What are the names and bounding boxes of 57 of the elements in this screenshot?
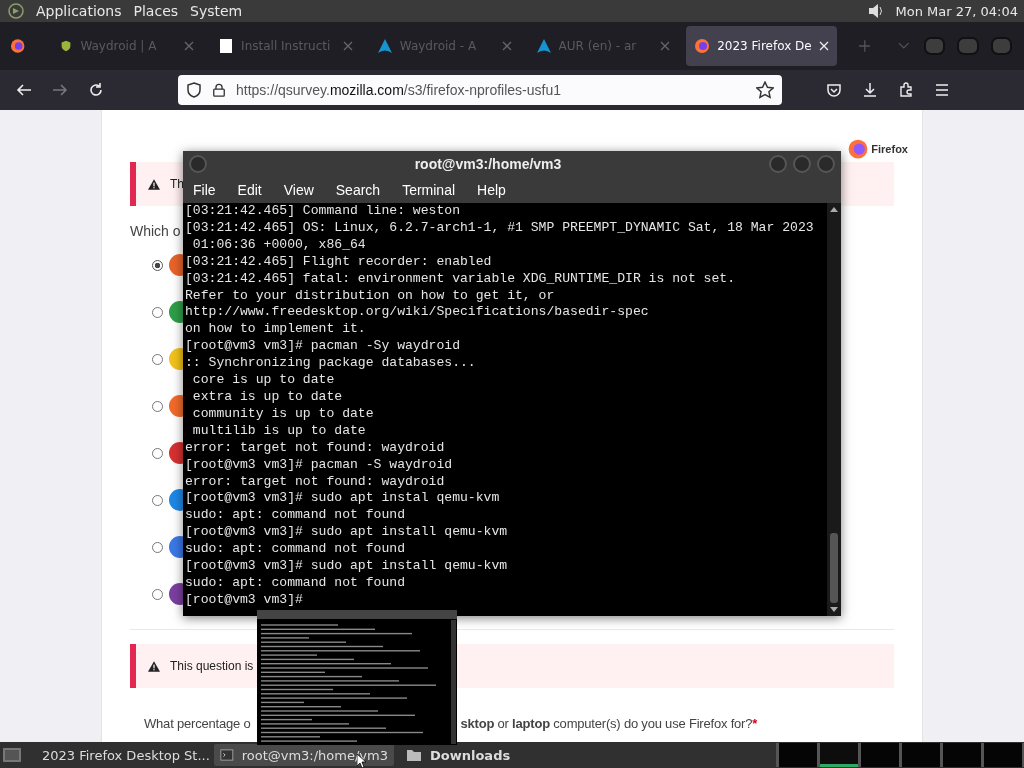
warning-icon bbox=[148, 660, 160, 672]
browser-tab[interactable]: 2023 Firefox De bbox=[686, 26, 837, 66]
brand-name: Firefox bbox=[871, 143, 908, 155]
firefox-logo-icon bbox=[848, 139, 869, 159]
menu-item[interactable]: Search bbox=[335, 182, 381, 198]
workspace-button[interactable] bbox=[820, 743, 858, 767]
window-menu-button[interactable] bbox=[189, 155, 207, 173]
distro-logo-icon[interactable] bbox=[8, 3, 24, 19]
menu-item[interactable]: Edit bbox=[237, 182, 262, 198]
url-text: https://qsurvey.mozilla.com/s3/firefox-nprofiles-usfu1 bbox=[236, 82, 561, 98]
star-icon[interactable] bbox=[756, 81, 774, 99]
address-bar[interactable]: https://qsurvey.mozilla.com/s3/firefox-nprofiles-usfu1 bbox=[178, 75, 782, 105]
window-title: root@vm3:/home/vm3 bbox=[413, 156, 563, 172]
reload-icon[interactable] bbox=[88, 82, 104, 98]
menu-icon[interactable] bbox=[934, 82, 950, 98]
firefox-icon bbox=[694, 38, 711, 54]
menu-item[interactable]: Terminal bbox=[402, 182, 456, 198]
panel-menu[interactable]: System bbox=[190, 3, 243, 19]
question-text: Which o bbox=[130, 223, 181, 239]
scrollbar[interactable] bbox=[827, 203, 841, 616]
scrollbar-thumb[interactable] bbox=[830, 533, 838, 603]
folder-icon bbox=[406, 747, 422, 763]
clock[interactable]: Mon Mar 27, 04:04 bbox=[895, 3, 1018, 19]
arch-logo-icon bbox=[376, 38, 393, 54]
menu-item[interactable]: Help bbox=[477, 182, 506, 198]
terminal-output: [03:21:42.465] Command line: weston [03:21:42.465] OS: Linux, 6.2.7-arch1-1, #1 SMP PREEMPT_DYNAMIC Sat, 18 Mar 2023 01:06:36 +0000, x86_64 [03:21:42.465] Flight recorder: enabled [03:21:42.465] fatal: environment variable XDG_RUNTIME_DIR is not set. Refer to your distribution on how to get it, or http://www.freedesktop.org/wiki/Specifications/basedir-spec on how to implement it. [root@vm3 vm3]# pacman -Sy waydroid :: Synchronizing package databases... core is up to date extra is up to date community is up to date multilib is up to date error: target not found: waydroid [root@vm3 vm3]# pacman -S waydroid error: target not found: waydroid [root@vm3 vm3]# sudo apt instal qemu-kvm sudo: apt: command not found [root@vm3 vm3]# sudo apt install qemu-kvm sudo: apt: command not found [root@vm3 vm3]# sudo apt install qemu-kvm sudo: apt: command not found [root@vm3 vm3]# bbox=[184, 203, 815, 609]
shield-icon bbox=[186, 82, 202, 98]
warning-icon bbox=[148, 178, 160, 190]
menu-item[interactable]: File bbox=[193, 182, 216, 198]
back-icon[interactable] bbox=[16, 82, 32, 98]
show-desktop-icon[interactable] bbox=[2, 746, 22, 764]
download-icon[interactable] bbox=[862, 82, 878, 98]
taskbar-button[interactable]: root@vm3:/home/vm3 bbox=[214, 744, 394, 766]
lock-icon bbox=[212, 82, 226, 98]
pocket-icon[interactable] bbox=[826, 82, 842, 98]
forward-icon[interactable] bbox=[52, 82, 68, 98]
new-tab-icon[interactable] bbox=[858, 40, 871, 52]
close-button[interactable] bbox=[817, 155, 835, 173]
menu-item[interactable]: View bbox=[283, 182, 314, 198]
maximize-button[interactable] bbox=[793, 155, 811, 173]
terminal-icon bbox=[220, 747, 234, 763]
warning-text: This question is bbox=[170, 659, 254, 673]
page-icon bbox=[218, 38, 235, 54]
extensions-icon[interactable] bbox=[898, 82, 914, 98]
panel-menu[interactable]: Applications bbox=[36, 3, 122, 19]
warning-text: Th bbox=[170, 177, 184, 191]
question-text: What percentage o bbox=[144, 716, 251, 731]
question-text: sktop or laptop computer(s) do you use Firefox for?* bbox=[460, 716, 758, 731]
firefox-icon[interactable] bbox=[10, 38, 26, 54]
taskbar-button[interactable]: 2023 Firefox Desktop St... bbox=[28, 744, 208, 766]
scroll-down-icon[interactable] bbox=[830, 607, 838, 613]
minimize-button[interactable] bbox=[769, 155, 787, 173]
tab-list-icon[interactable] bbox=[898, 42, 910, 50]
panel-menu[interactable]: Places bbox=[133, 3, 179, 19]
arch-logo-icon bbox=[535, 38, 552, 54]
taskbar-button[interactable]: Downloads bbox=[400, 744, 580, 766]
radio-button[interactable] bbox=[152, 259, 163, 271]
